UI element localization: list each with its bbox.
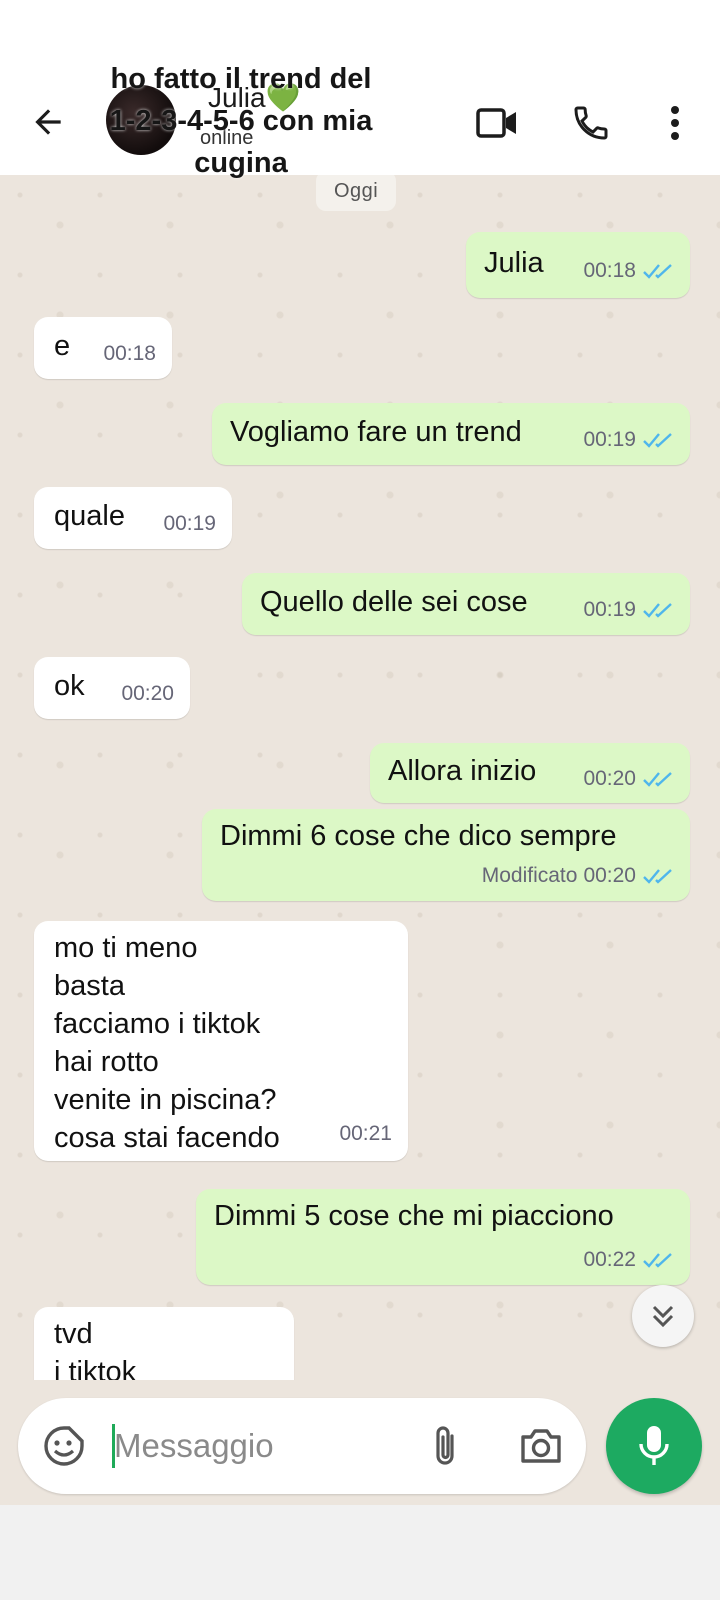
sticker-emoji-icon [44, 1426, 84, 1466]
paperclip-icon [436, 1426, 454, 1465]
message-time: 00:19 [583, 428, 636, 451]
message-incoming[interactable]: mo ti meno basta facciamo i tiktok hai r… [34, 921, 408, 1161]
message-outgoing[interactable]: Vogliamo fare un trend 00:19 [212, 403, 690, 465]
voice-message-button[interactable] [606, 1398, 702, 1494]
message-time: 00:19 [583, 598, 636, 621]
message-meta: 00:18 [103, 335, 156, 373]
sticker-button[interactable] [40, 1422, 88, 1470]
read-ticks-icon [643, 603, 672, 618]
message-meta: 00:20 [121, 675, 174, 713]
message-meta: 00:19 [583, 591, 676, 629]
message-meta: 00:22 [583, 1241, 676, 1279]
double-chevron-down-icon [652, 1305, 674, 1328]
attach-button[interactable] [420, 1420, 470, 1472]
message-outgoing[interactable]: Dimmi 5 cose che mi piacciono 00:22 [196, 1189, 690, 1285]
message-meta: 00:18 [583, 252, 676, 290]
caption-line: 1-2-3-4-5-6 con mia [109, 105, 373, 137]
system-navigation-bar [0, 1505, 720, 1600]
message-incoming[interactable]: ok 00:20 [34, 657, 190, 719]
voice-call-button[interactable] [566, 98, 616, 148]
message-text: Quello delle sei cose [260, 586, 528, 618]
microphone-icon [639, 1426, 669, 1465]
message-incoming[interactable]: quale 00:19 [34, 487, 232, 549]
message-meta: Modificato 00:20 [482, 857, 676, 895]
video-call-button[interactable] [472, 98, 522, 148]
message-time: 00:20 [583, 864, 636, 887]
message-text: quale [54, 500, 125, 532]
read-ticks-icon [643, 772, 672, 787]
message-text: Vogliamo fare un trend [230, 416, 522, 448]
message-time: 00:22 [583, 1248, 636, 1271]
message-outgoing[interactable]: Quello delle sei cose 00:19 [242, 573, 690, 635]
message-text: ok [54, 670, 85, 702]
edited-label: Modificato [481, 864, 578, 887]
phone-icon [574, 106, 608, 140]
message-meta: 00:19 [583, 421, 676, 459]
message-time: 00:18 [583, 259, 636, 282]
message-time: 00:20 [121, 682, 174, 705]
caption-line: ho fatto il trend del [110, 63, 372, 95]
message-text: Allora inizio [388, 755, 537, 787]
back-button[interactable] [24, 98, 72, 146]
message-incoming[interactable]: e 00:18 [34, 317, 172, 379]
more-options-button[interactable] [660, 98, 690, 148]
message-time: 00:21 [339, 1122, 392, 1145]
message-text: Dimmi 5 cose che mi piacciono [214, 1200, 614, 1232]
message-meta: 00:19 [163, 505, 216, 543]
message-text: Dimmi 6 cose che dico sempre [220, 820, 617, 852]
read-ticks-icon [643, 264, 672, 279]
read-ticks-icon [643, 1253, 672, 1268]
message-meta: 00:21 [339, 1115, 392, 1153]
message-outgoing[interactable]: Julia 00:18 [466, 232, 690, 298]
read-ticks-icon [643, 433, 672, 448]
camera-icon [521, 1429, 561, 1463]
scroll-to-bottom-button[interactable] [632, 1285, 694, 1347]
chat-area[interactable]: Oggi Julia 00:18 e 00:18 Vogliamo fare u… [0, 175, 720, 1505]
message-outgoing[interactable]: Allora inizio 00:20 [370, 743, 690, 803]
message-text: e [54, 330, 71, 362]
message-time: 00:20 [583, 767, 636, 790]
message-text: Julia [484, 247, 544, 279]
more-vert-icon [671, 106, 679, 140]
message-meta: 00:20 [583, 760, 676, 798]
message-text: mo ti meno basta facciamo i tiktok hai r… [54, 932, 280, 1154]
caption-line: cugina [194, 147, 288, 179]
video-caption-overlay: ho fatto il trend del 1-2-3-4-5-6 con mi… [96, 58, 386, 184]
message-composer [18, 1398, 586, 1494]
message-time: 00:18 [103, 342, 156, 365]
back-arrow-icon [35, 109, 61, 135]
read-ticks-icon [643, 869, 672, 884]
camera-button[interactable] [514, 1420, 568, 1472]
message-outgoing[interactable]: Dimmi 6 cose che dico sempre Modificato … [202, 809, 690, 901]
message-input[interactable] [114, 1420, 394, 1472]
message-time: 00:19 [163, 512, 216, 535]
video-call-icon [476, 108, 516, 138]
